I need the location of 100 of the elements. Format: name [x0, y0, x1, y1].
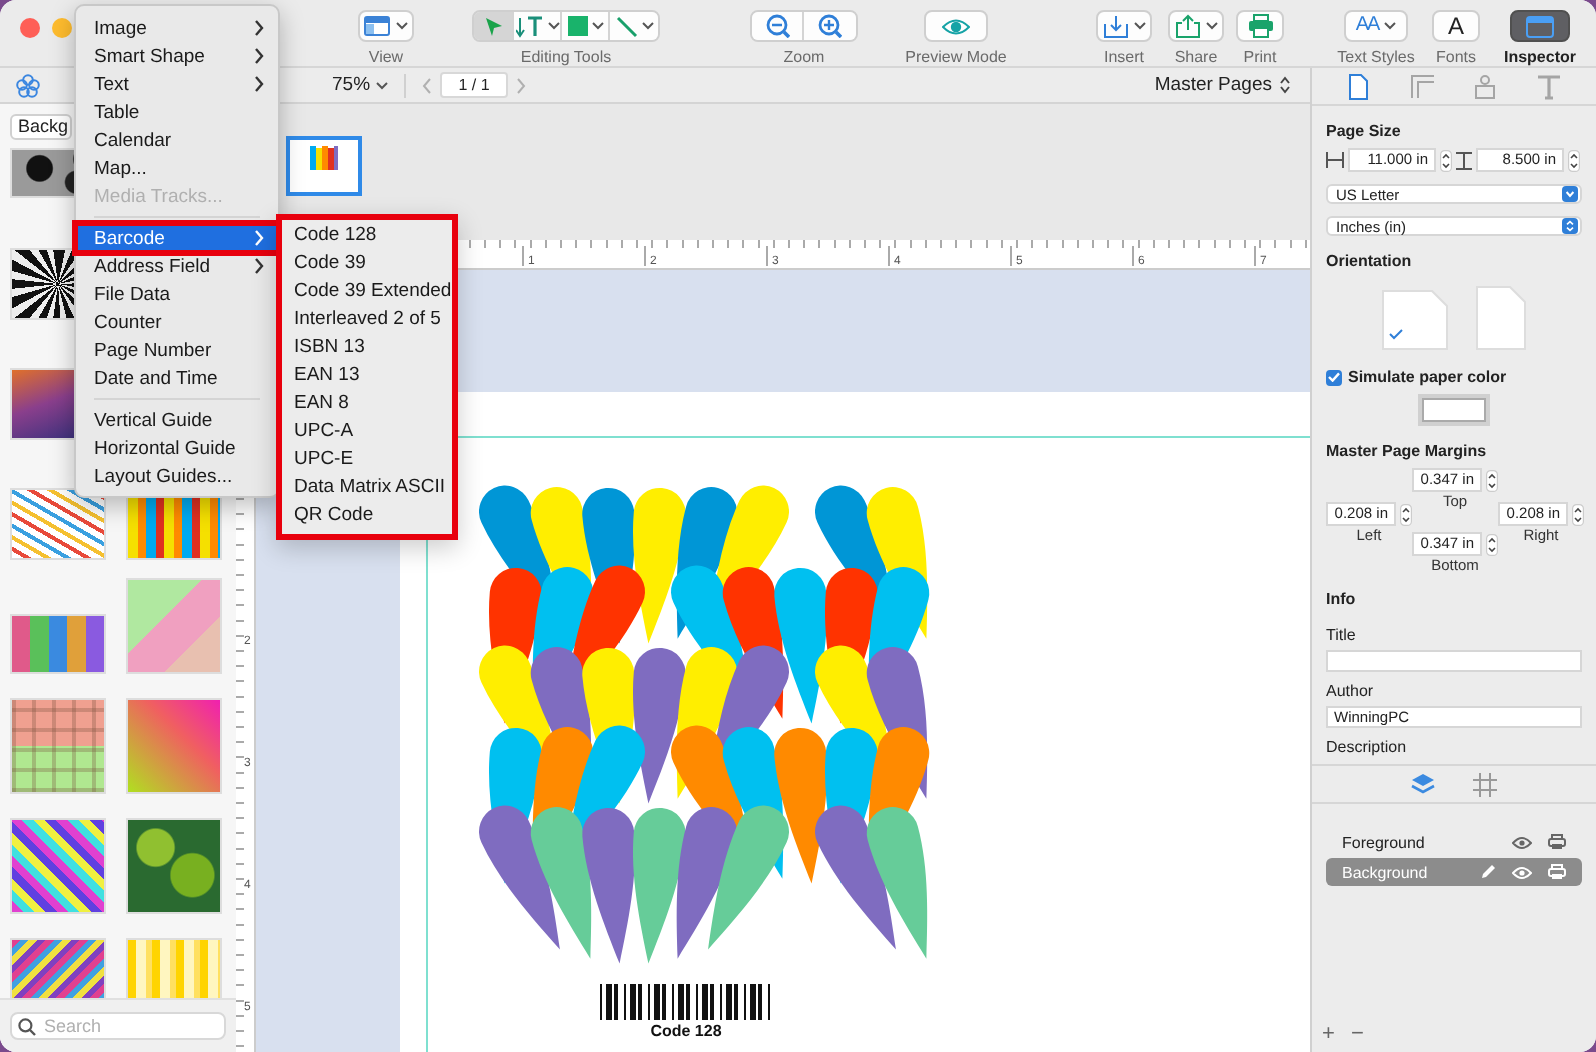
- flower-icon[interactable]: [16, 73, 40, 97]
- text-field[interactable]: [1326, 650, 1582, 672]
- caret-icon: [1384, 22, 1397, 30]
- stepper-icon[interactable]: [1486, 533, 1498, 555]
- printer-icon[interactable]: [1548, 864, 1566, 880]
- eye-icon: [942, 17, 970, 35]
- line-icon: [615, 15, 637, 37]
- grid-tab[interactable]: [1470, 769, 1500, 799]
- fonts-button[interactable]: A: [1432, 10, 1480, 42]
- menu-item[interactable]: UPC-E: [282, 444, 452, 472]
- menu-item[interactable]: Interleaved 2 of 5: [282, 304, 452, 332]
- menu-item[interactable]: QR Code: [282, 500, 452, 528]
- search-field[interactable]: Search: [10, 1012, 226, 1040]
- zoom-control[interactable]: [750, 10, 858, 42]
- simulate-paper-color-checkbox[interactable]: Simulate paper color: [1326, 368, 1582, 386]
- gradient-shapes-thumbnail[interactable]: [126, 698, 222, 794]
- text-styles-button[interactable]: AA: [1344, 10, 1408, 42]
- document-icon: [1346, 73, 1373, 99]
- menu-item[interactable]: Barcode: [76, 224, 278, 252]
- shape-tool-button[interactable]: [562, 12, 610, 40]
- menu-item[interactable]: Data Matrix ASCII: [282, 472, 452, 500]
- menu-item[interactable]: UPC-A: [282, 416, 452, 444]
- window-icon: [364, 16, 390, 36]
- menu-item[interactable]: Map...: [76, 154, 278, 182]
- caret-icon: [641, 22, 653, 30]
- menu-item[interactable]: Date and Time: [76, 364, 278, 392]
- zoom-out-icon: [765, 14, 789, 38]
- stepper-icon[interactable]: [1486, 469, 1498, 491]
- menu-item[interactable]: File Data: [76, 280, 278, 308]
- select-tool-button[interactable]: [474, 12, 514, 40]
- stepper-icon[interactable]: [1400, 503, 1412, 525]
- text-tool-button[interactable]: [514, 12, 562, 40]
- zoom-out-button[interactable]: [752, 12, 804, 40]
- add-layer-button[interactable]: +: [1322, 1022, 1335, 1046]
- editing-tools-control[interactable]: [472, 10, 660, 42]
- inspector-button[interactable]: [1510, 10, 1570, 42]
- menu-item[interactable]: Table: [76, 98, 278, 126]
- print-button[interactable]: [1236, 10, 1284, 42]
- menu-item[interactable]: Horizontal Guide: [76, 434, 278, 462]
- menu-item[interactable]: Image: [76, 14, 278, 42]
- field-label: Title: [1326, 626, 1358, 644]
- mini-artwork-icon: [310, 146, 338, 172]
- close-light-icon: [20, 18, 40, 38]
- object-tab[interactable]: [1470, 71, 1501, 101]
- stepper-icon[interactable]: [1568, 149, 1580, 171]
- printer-icon: [1247, 14, 1273, 38]
- paper-color-well[interactable]: [1418, 394, 1490, 426]
- text-tool-icon: [515, 15, 543, 37]
- stepper-icon[interactable]: [1572, 503, 1584, 525]
- menu-item[interactable]: Page Number: [76, 336, 278, 364]
- caret-icon: [547, 22, 559, 30]
- menu-item[interactable]: Counter: [76, 308, 278, 336]
- layout-tab[interactable]: [1407, 71, 1438, 101]
- layer-row[interactable]: Foreground: [1326, 828, 1582, 856]
- share-icon: [1175, 14, 1199, 38]
- zoom-in-button[interactable]: [804, 12, 856, 40]
- zoom-in-icon: [818, 14, 842, 38]
- menu-item[interactable]: Code 128: [282, 220, 452, 248]
- colored-blocks-thumbnail[interactable]: [10, 614, 106, 674]
- menu-item[interactable]: EAN 8: [282, 388, 452, 416]
- menu-item[interactable]: Code 39: [282, 248, 452, 276]
- menu-item[interactable]: ISBN 13: [282, 332, 452, 360]
- text-tab[interactable]: [1533, 71, 1564, 101]
- menu-item[interactable]: Text: [76, 70, 278, 98]
- crossing-lines-thumbnail[interactable]: [126, 578, 222, 674]
- caret-icon: [591, 22, 603, 30]
- category-dropdown[interactable]: Backg: [10, 113, 72, 139]
- menu-item[interactable]: Smart Shape: [76, 42, 278, 70]
- foliage-pattern-thumbnail[interactable]: [126, 818, 222, 914]
- share-button[interactable]: [1168, 10, 1224, 42]
- menu-item[interactable]: Calendar: [76, 126, 278, 154]
- insert-button[interactable]: [1096, 10, 1152, 42]
- eye-icon[interactable]: [1512, 835, 1532, 849]
- view-button[interactable]: [358, 10, 414, 42]
- menu-item[interactable]: EAN 13: [282, 360, 452, 388]
- zoom-level-dropdown[interactable]: 75%: [332, 74, 389, 96]
- stepper-icon[interactable]: [1440, 149, 1452, 171]
- menu-item[interactable]: Address Field: [76, 252, 278, 280]
- master-pages-dropdown[interactable]: Master Pages: [1154, 74, 1290, 96]
- toolbar-label: Editing Tools: [520, 48, 612, 66]
- page-number-field[interactable]: 1 / 1: [440, 72, 509, 98]
- menu-item[interactable]: Layout Guides...: [76, 462, 278, 490]
- remove-layer-button[interactable]: −: [1350, 1022, 1364, 1046]
- preview-button[interactable]: [924, 10, 988, 42]
- tray-arrow-icon: [1103, 15, 1127, 37]
- colored-sticks-thumbnail[interactable]: [10, 488, 106, 560]
- line-tool-button[interactable]: [610, 12, 658, 40]
- layer-name: Background: [1342, 863, 1430, 881]
- layers-icon: [1410, 771, 1436, 797]
- menu-item[interactable]: Code 39 Extended: [282, 276, 452, 304]
- section-heading: Info: [1326, 590, 1358, 608]
- printer-icon[interactable]: [1548, 834, 1566, 850]
- caret-icon: [1133, 22, 1145, 30]
- chevron-down-icon: [1562, 186, 1578, 202]
- page-thumbnail[interactable]: [286, 136, 362, 196]
- menu-item[interactable]: Vertical Guide: [76, 406, 278, 434]
- psychedelic-pattern-thumbnail[interactable]: [10, 818, 106, 914]
- field-label: Author: [1326, 682, 1376, 700]
- layers-tab[interactable]: [1408, 769, 1438, 799]
- plaid-pattern-thumbnail[interactable]: [10, 698, 106, 794]
